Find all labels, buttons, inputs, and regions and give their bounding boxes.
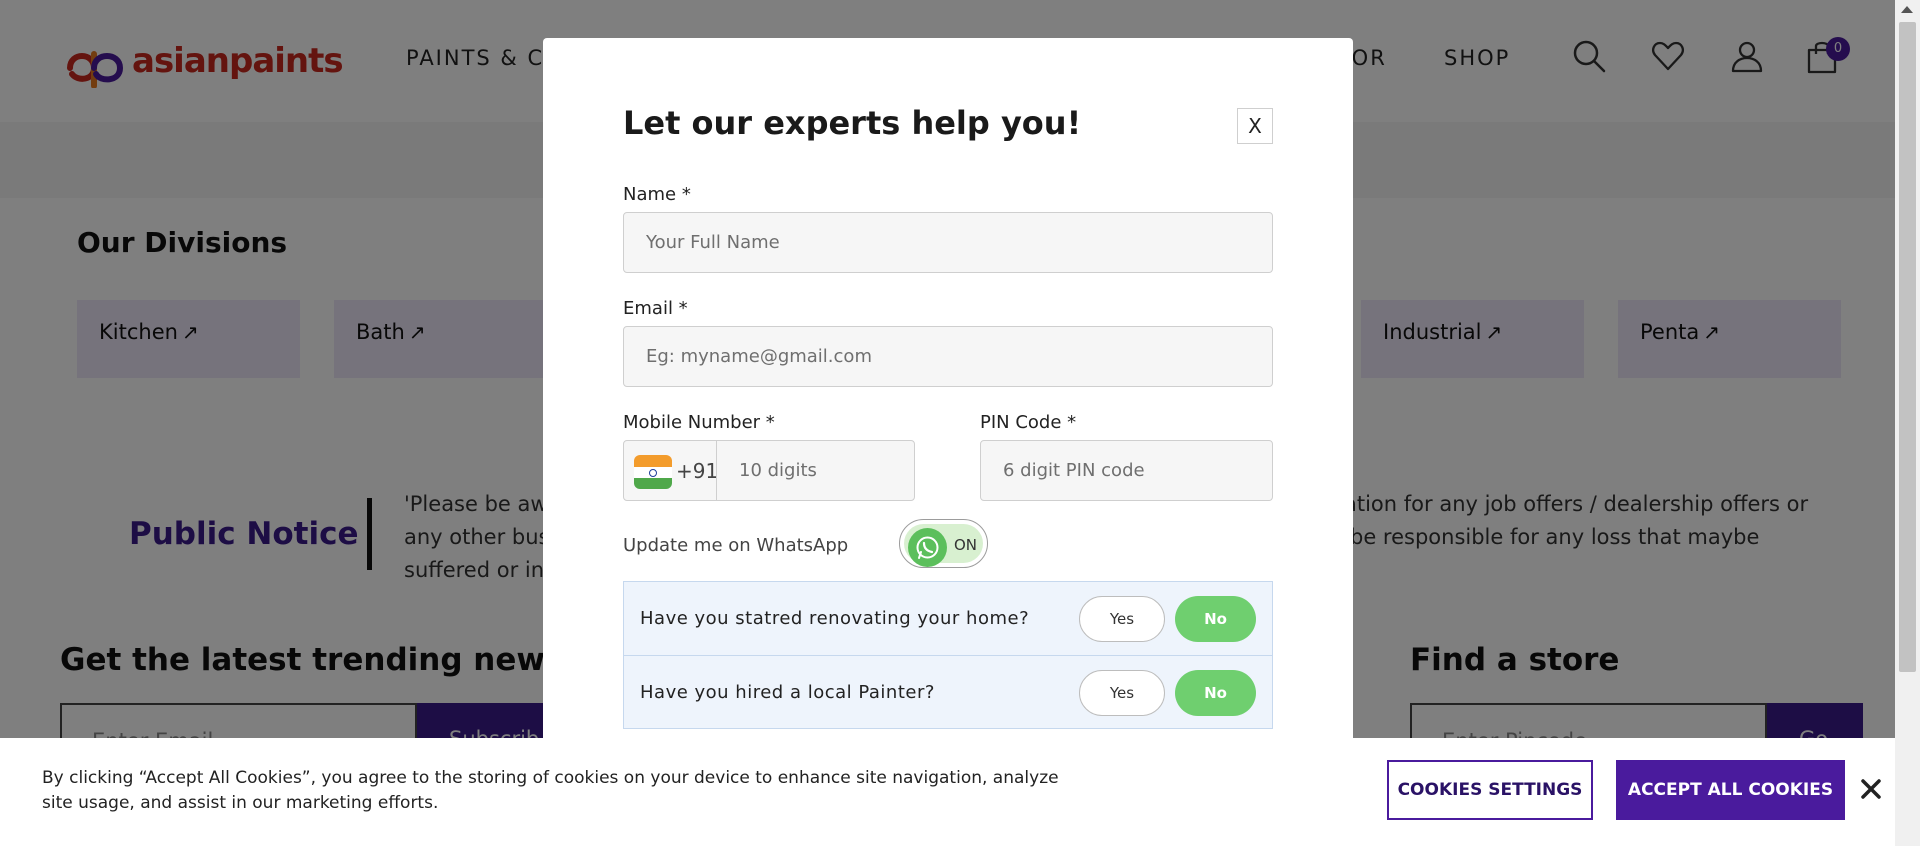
expert-help-modal: Let our experts help you! X Name * Email… xyxy=(543,38,1353,846)
cookies-settings-button[interactable]: COOKIES SETTINGS xyxy=(1387,760,1593,820)
whatsapp-label: Update me on WhatsApp xyxy=(623,535,849,556)
question-row: Have you hired a local Painter? Yes No xyxy=(624,655,1272,728)
cookie-banner: By clicking “Accept All Cookies”, you ag… xyxy=(0,738,1895,846)
questions-panel: Have you statred renovating your home? Y… xyxy=(623,581,1273,729)
cookie-text: By clicking “Accept All Cookies”, you ag… xyxy=(42,766,1062,816)
name-input[interactable] xyxy=(623,212,1273,273)
email-label: Email * xyxy=(623,298,688,319)
toggle-state: ON xyxy=(954,536,978,554)
mobile-label: Mobile Number * xyxy=(623,412,775,433)
whatsapp-toggle[interactable]: ON xyxy=(899,519,988,568)
mobile-field: +91 xyxy=(623,440,915,501)
question-text: Have you hired a local Painter? xyxy=(640,682,935,703)
mobile-input[interactable] xyxy=(717,441,913,500)
yes-button[interactable]: Yes xyxy=(1079,596,1165,642)
name-label: Name * xyxy=(623,184,691,205)
accept-all-cookies-button[interactable]: ACCEPT ALL COOKIES xyxy=(1616,760,1845,820)
pin-input[interactable] xyxy=(980,440,1273,501)
scrollbar-thumb[interactable] xyxy=(1899,22,1916,672)
modal-title: Let our experts help you! xyxy=(623,104,1082,142)
pin-label: PIN Code * xyxy=(980,412,1077,433)
india-flag-icon xyxy=(634,455,672,489)
no-button[interactable]: No xyxy=(1175,670,1256,716)
country-code: +91 xyxy=(676,459,719,483)
cookie-text-line: site usage, and assist in our marketing … xyxy=(42,793,439,813)
no-button[interactable]: No xyxy=(1175,596,1256,642)
toggle-track: ON xyxy=(904,524,983,567)
scroll-up-arrow-icon[interactable] xyxy=(1901,6,1913,13)
yes-button[interactable]: Yes xyxy=(1079,670,1165,716)
question-text: Have you statred renovating your home? xyxy=(640,608,1030,629)
question-row: Have you statred renovating your home? Y… xyxy=(624,582,1272,655)
cookie-text-line: By clicking “Accept All Cookies”, you ag… xyxy=(42,768,1059,788)
email-input[interactable] xyxy=(623,326,1273,387)
whatsapp-icon xyxy=(908,528,947,567)
modal-close-button[interactable]: X xyxy=(1237,108,1273,144)
close-icon[interactable] xyxy=(1858,776,1884,802)
